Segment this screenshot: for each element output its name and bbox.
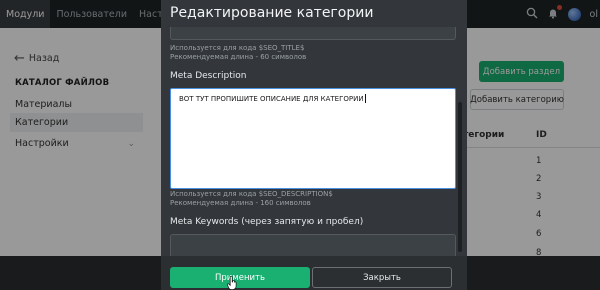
scrollbar-thumb[interactable] xyxy=(458,102,462,252)
meta-description-textarea[interactable]: ВОТ ТУТ ПРОПИШИТЕ ОПИСАНИЕ ДЛЯ КАТЕГОРИИ xyxy=(170,88,456,189)
meta-description-text: ВОТ ТУТ ПРОПИШИТЕ ОПИСАНИЕ ДЛЯ КАТЕГОРИИ xyxy=(179,95,364,103)
meta-description-length-hint: Рекомендуемая длина - 160 символов xyxy=(170,199,311,207)
edit-category-modal: Редактирование категории Используется дл… xyxy=(161,0,467,290)
meta-description-label: Meta Description xyxy=(170,71,247,81)
close-button[interactable]: Закрыть xyxy=(312,267,452,288)
modal-title: Редактирование категории xyxy=(170,5,374,21)
seo-title-length-hint: Рекомендуемая длина - 60 символов xyxy=(170,53,307,61)
modal-body: Используется для кода $SEO_TITLE$ Рекоме… xyxy=(161,27,467,256)
text-caret xyxy=(364,94,366,103)
seo-title-input[interactable] xyxy=(170,27,456,40)
modal-footer: Применить Закрыть xyxy=(161,256,467,290)
apply-button[interactable]: Применить xyxy=(170,267,310,288)
meta-keywords-label: Meta Keywords (через запятую и пробел) xyxy=(170,217,364,227)
modal-scrollbar[interactable] xyxy=(458,27,463,256)
hand-cursor-icon xyxy=(227,276,237,290)
meta-keywords-input[interactable] xyxy=(170,234,456,256)
meta-description-hint: Используется для кода $SEO_DESCRIPTION$ xyxy=(170,190,333,198)
seo-title-hint: Используется для кода $SEO_TITLE$ xyxy=(170,44,305,52)
